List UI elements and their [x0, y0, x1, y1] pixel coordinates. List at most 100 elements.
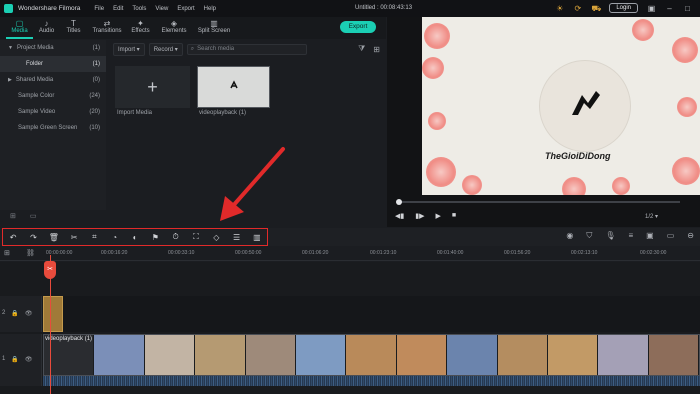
menu-export[interactable]: Export	[177, 6, 194, 12]
tree-footer: ⊞ ▭	[0, 212, 106, 224]
link-icon[interactable]: ⛓	[26, 249, 35, 257]
tree-item-count: (1)	[92, 61, 100, 67]
preview-scrubber[interactable]	[397, 201, 680, 203]
media-folder-tree: ▼ Project Media (1) Folder (1) ▶ Shared Medi…	[0, 40, 106, 210]
export-button[interactable]: Export	[340, 21, 376, 33]
menu-tools[interactable]: Tools	[132, 6, 146, 12]
folder-icon: ▢	[15, 19, 24, 28]
shapes-icon: ◈	[170, 19, 178, 28]
redo-icon[interactable]: ↷	[23, 233, 43, 242]
filter-icon[interactable]: ⧩	[358, 44, 365, 54]
add-track-icon[interactable]: ⊞	[4, 249, 10, 257]
minimize-icon[interactable]: –	[665, 4, 674, 13]
eye-icon[interactable]: 👁	[25, 356, 33, 363]
image-clip[interactable]	[43, 296, 63, 332]
keyframe-icon[interactable]: ◇	[206, 233, 226, 242]
tab-label: Titles	[66, 28, 81, 34]
tab-split-screen[interactable]: ▥ Split Screen	[194, 17, 234, 39]
sparkle-icon: ✦	[137, 19, 144, 28]
list-icon[interactable]: ≡	[629, 231, 634, 241]
stop-icon[interactable]: ■	[452, 212, 456, 220]
video-thumbnail[interactable]	[197, 66, 270, 108]
maximize-icon[interactable]: □	[683, 4, 692, 13]
audio-waveform[interactable]	[43, 376, 700, 386]
tab-titles[interactable]: T Titles	[60, 17, 87, 39]
mic-icon[interactable]: 🎙	[605, 231, 615, 241]
new-folder-icon[interactable]: ⊞	[10, 212, 16, 224]
transition-icon: ⇄	[103, 19, 111, 28]
text-icon: T	[71, 19, 76, 28]
sun-icon[interactable]: ☀	[555, 4, 564, 13]
import-media-label: Import Media	[117, 110, 153, 116]
tree-item-sample-green-screen[interactable]: Sample Green Screen (10)	[0, 120, 106, 136]
folder-icon[interactable]: ▭	[30, 212, 37, 224]
shield-icon[interactable]: ⛉	[586, 231, 592, 241]
menu-edit[interactable]: Edit	[113, 6, 123, 12]
app-name: Wondershare Filmora	[18, 5, 81, 12]
search-input[interactable]: ⌕ Search media	[186, 43, 307, 55]
lock-icon[interactable]: 🔒	[11, 356, 18, 363]
tab-transitions[interactable]: ⇄ Transitions	[87, 17, 127, 39]
save-icon[interactable]: ▣	[647, 4, 656, 13]
prev-frame-icon[interactable]: ◀▮	[395, 212, 404, 220]
menu-view[interactable]: View	[155, 6, 168, 12]
tab-elements[interactable]: ◈ Elements	[154, 17, 194, 39]
cut-icon[interactable]: ✂	[64, 233, 84, 242]
grid-view-icon[interactable]: ⊞	[373, 45, 380, 54]
playhead-handle[interactable]: ✂	[44, 261, 56, 279]
delete-icon[interactable]: 🗑	[44, 233, 64, 242]
pip-icon[interactable]: ▣	[646, 231, 654, 241]
render-icon[interactable]: ◉	[566, 231, 573, 241]
flower-decoration	[462, 175, 482, 195]
crop-icon[interactable]: ⌗	[84, 232, 104, 242]
tree-item-sample-color[interactable]: Sample Color (24)	[0, 88, 106, 104]
cart-icon[interactable]: ⛟	[591, 4, 601, 13]
refresh-icon[interactable]: ⟳	[573, 4, 582, 13]
ruler-tick: 00:02:30:00	[640, 250, 667, 256]
tree-item-label: Sample Video	[18, 109, 56, 115]
tree-item-project-media[interactable]: ▼ Project Media (1)	[0, 40, 106, 56]
tree-item-folder[interactable]: Folder (1)	[0, 56, 106, 72]
import-dropdown[interactable]: Import ▾	[113, 42, 145, 56]
import-media-card[interactable]: +	[115, 66, 190, 108]
menu-help[interactable]: Help	[204, 6, 216, 12]
color-icon[interactable]: ◐	[125, 233, 145, 242]
timer-icon[interactable]: ⏱	[166, 232, 186, 242]
play-icon[interactable]: ▶	[436, 212, 441, 220]
play-pause-icon[interactable]: ▮▶	[415, 212, 424, 220]
tab-audio[interactable]: ♪ Audio	[33, 17, 60, 39]
undo-icon[interactable]: ↶	[3, 233, 23, 242]
flower-decoration	[426, 157, 456, 187]
record-label: Record	[153, 46, 174, 53]
clip-frame	[396, 335, 448, 375]
split-icon: ▥	[210, 19, 218, 28]
adjust-icon[interactable]: ☰	[226, 233, 246, 242]
tab-label: Media	[11, 28, 28, 34]
timeline-ruler[interactable]: ⊞ ⛓ 00:00:00:00 00:00:16:20 00:00:33:10 …	[0, 246, 700, 261]
flower-decoration	[612, 177, 630, 195]
preview-quality-select[interactable]: 1/2 ▾	[645, 213, 658, 220]
audio-icon[interactable]: ▥	[247, 233, 267, 242]
fit-icon[interactable]: ⛶	[186, 232, 206, 242]
library-tabs: ▢ Media ♪ Audio T Titles ⇄ Transitions ✦ Effe…	[0, 17, 386, 39]
login-button[interactable]: Login	[609, 3, 638, 13]
screen-icon[interactable]: ▭	[667, 231, 675, 241]
tab-effects[interactable]: ✦ Effects	[127, 17, 154, 39]
eye-icon[interactable]: 👁	[25, 310, 33, 317]
speed-icon[interactable]: ◔	[105, 233, 125, 242]
track-lane-2[interactable]	[43, 296, 700, 332]
clip-frame	[598, 335, 649, 375]
lock-icon[interactable]: 🔒	[11, 310, 18, 317]
tree-item-sample-video[interactable]: Sample Video (20)	[0, 104, 106, 120]
tab-media[interactable]: ▢ Media	[6, 17, 33, 39]
tree-item-label: Folder	[26, 61, 44, 67]
record-dropdown[interactable]: Record ▾	[148, 42, 183, 56]
clip-frame	[245, 335, 296, 375]
zoom-out-icon[interactable]: ⊖	[687, 231, 694, 241]
tree-item-shared-media[interactable]: ▶ Shared Media (0)	[0, 72, 106, 88]
marker-icon[interactable]: ⚑	[145, 233, 165, 242]
scrubber-handle[interactable]	[396, 199, 402, 205]
video-clip[interactable]	[43, 334, 700, 376]
menu-file[interactable]: File	[94, 6, 104, 12]
tab-label: Effects	[131, 28, 150, 34]
